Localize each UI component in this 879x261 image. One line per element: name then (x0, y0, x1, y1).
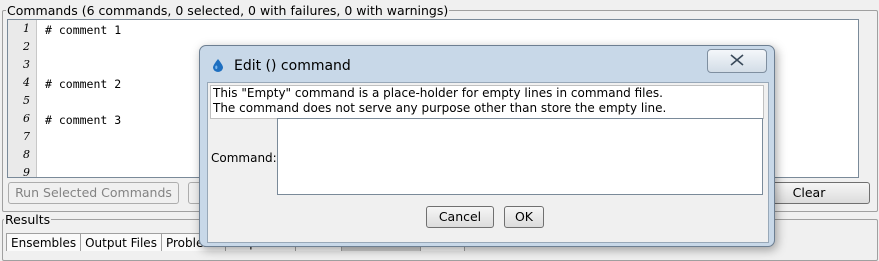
info-line-1: This "Empty" command is a place-holder f… (213, 86, 663, 100)
commands-panel-title: Commands (6 commands, 0 selected, 0 with… (6, 3, 450, 18)
line-number-gutter: 1 2 3 4 5 6 7 8 9 (8, 20, 37, 177)
dialog-body: This "Empty" command is a place-holder f… (207, 82, 769, 243)
line-number: 1 (23, 22, 30, 35)
edit-command-dialog: Edit () command This "Empty" command is … (199, 45, 775, 247)
command-line[interactable]: # comment 3 (45, 113, 121, 127)
info-line-2: The command does not serve any purpose o… (213, 101, 667, 115)
line-number: 6 (23, 112, 30, 125)
command-label: Command: (211, 151, 277, 165)
command-text-area[interactable] (277, 118, 763, 195)
results-panel-title: Results (4, 212, 52, 227)
line-number: 8 (23, 148, 30, 161)
clear-commands-button[interactable]: Clear Commands (760, 182, 870, 204)
line-number: 2 (23, 40, 30, 53)
line-number: 9 (23, 166, 30, 178)
line-number: 7 (23, 130, 30, 143)
close-button[interactable] (707, 49, 767, 73)
clear-commands-label: Clear Commands (792, 185, 826, 200)
line-number: 4 (23, 76, 30, 89)
cancel-button[interactable]: Cancel (426, 206, 494, 228)
close-x-icon (730, 54, 744, 66)
command-line[interactable]: # comment 1 (45, 23, 121, 37)
dialog-title: Edit () command (234, 58, 351, 74)
tab-ensembles[interactable]: Ensembles (6, 233, 82, 251)
app-drop-icon (213, 59, 223, 72)
run-selected-commands-button[interactable]: Run Selected Commands (8, 182, 179, 204)
line-number: 5 (23, 94, 30, 107)
command-line[interactable]: # comment 2 (45, 77, 121, 91)
info-text: This "Empty" command is a place-holder f… (210, 85, 764, 119)
line-number: 3 (23, 58, 30, 71)
ok-button[interactable]: OK (504, 206, 544, 228)
tab-output-files[interactable]: Output Files (80, 233, 162, 251)
